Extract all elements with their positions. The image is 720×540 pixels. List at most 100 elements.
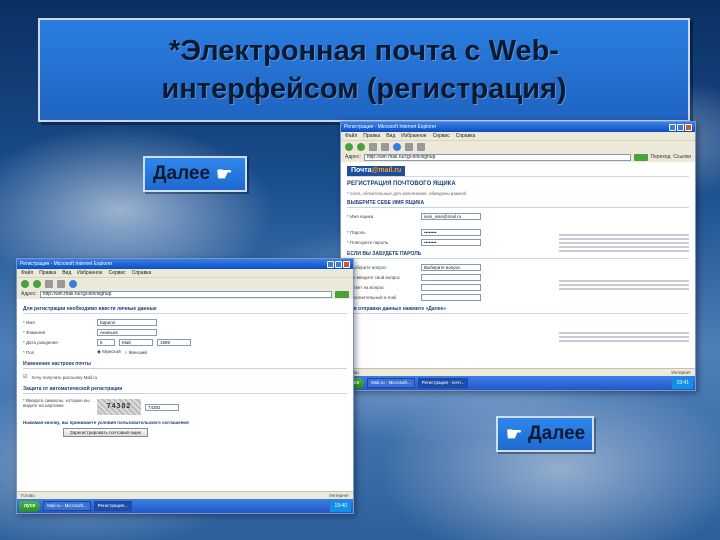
home-icon[interactable] — [393, 142, 401, 151]
next-label-text: Далее — [528, 423, 586, 444]
gender-female-radio[interactable]: ○ Женский — [125, 350, 147, 355]
menu-favorites[interactable]: Избранное — [401, 133, 426, 139]
register-button[interactable]: Зарегистрировать почтовый ящик — [63, 428, 148, 437]
menu-favorites[interactable]: Избранное — [77, 270, 102, 276]
birthdate-day-select[interactable]: 5 — [97, 338, 115, 346]
page-heading: РЕГИСТРАЦИЯ ПОЧТОВОГО ЯЩИКА — [347, 181, 456, 187]
section-mailbox: ВЫБЕРИТЕ СЕБЕ ИМЯ ЯЩИКА — [347, 200, 689, 208]
status-bar: Готово Интернет — [17, 491, 353, 499]
gender-label: * Пол — [23, 349, 35, 355]
address-input[interactable]: http://win.mail.ru/cgi-bin/signup — [39, 290, 332, 298]
captcha-image: 74382 — [97, 399, 141, 415]
taskbar-item-1[interactable]: Mail.ru - Microsoft... — [367, 378, 415, 388]
status-zone: Интернет — [671, 370, 691, 375]
logo-main: Почта — [351, 166, 372, 174]
form-row-lastname: * Фамилия Ананьев — [23, 327, 347, 337]
password-label: * Пароль — [347, 229, 366, 235]
required-note: * поля, обязательные для заполнения, обв… — [347, 191, 467, 196]
mailbox-name-input[interactable]: ivan_ivan@mail.ru — [421, 212, 481, 220]
own-question-label: Или введите свой вопрос — [347, 274, 401, 280]
menu-help[interactable]: Справка — [456, 133, 476, 139]
close-icon[interactable] — [685, 123, 692, 131]
taskbar-item-2[interactable]: Регистрация - почт... — [417, 378, 469, 388]
extra-email-label: Дополнительный e-mail — [347, 294, 397, 300]
menu-help[interactable]: Справка — [132, 270, 152, 276]
minimize-icon[interactable] — [327, 260, 334, 268]
address-label: Адрес: — [21, 291, 37, 297]
help-text-block-2 — [559, 280, 689, 292]
birthdate-month-select[interactable]: Май — [119, 338, 153, 346]
browser-window-registration-step2: Регистрация - Microsoft Internet Explore… — [340, 121, 696, 391]
birthdate-year-select[interactable]: 1989 — [157, 338, 191, 346]
next-label-top[interactable]: Далее ☛ — [143, 156, 247, 192]
question-select[interactable]: Выберите вопрос — [421, 263, 481, 271]
forward-icon[interactable] — [33, 279, 41, 288]
password-repeat-label: * Повторите пароль — [347, 239, 389, 245]
form-row-mailbox: * Имя ящика ivan_ivan@mail.ru — [347, 211, 689, 221]
maximize-icon[interactable] — [335, 260, 342, 268]
close-icon[interactable] — [343, 260, 350, 268]
answer-label: * Ответ на вопрос — [347, 284, 385, 290]
stop-icon[interactable] — [369, 142, 377, 151]
menu-file[interactable]: Файл — [345, 133, 357, 139]
window-titlebar[interactable]: Регистрация - Microsoft Internet Explore… — [17, 259, 353, 269]
own-question-input[interactable] — [421, 273, 481, 281]
home-icon[interactable] — [69, 279, 77, 288]
stop-icon[interactable] — [45, 279, 53, 288]
gender-male-label: Мужской — [102, 349, 121, 354]
address-label: Адрес: — [345, 154, 361, 160]
maximize-icon[interactable] — [677, 123, 684, 131]
form-row-firstname: * Имя Кирилл — [23, 317, 347, 327]
next-label-bottom[interactable]: ☛ Далее — [496, 416, 594, 452]
forward-icon[interactable] — [357, 142, 365, 151]
start-button[interactable]: пуск — [19, 500, 41, 512]
minimize-icon[interactable] — [669, 123, 676, 131]
pointing-hand-icon: ☛ — [216, 163, 233, 184]
next-label-text: Далее — [153, 163, 211, 184]
menu-edit[interactable]: Правка — [363, 133, 380, 139]
form-row-extra-email: Дополнительный e-mail — [347, 292, 689, 302]
answer-input[interactable] — [421, 283, 481, 291]
go-button[interactable] — [335, 290, 349, 298]
address-input[interactable]: http://win.mail.ru/cgi-bin/signup — [363, 153, 631, 161]
toolbar — [341, 140, 695, 152]
captcha-input[interactable]: 74382 — [145, 403, 179, 411]
refresh-icon[interactable] — [57, 279, 65, 288]
menu-file[interactable]: Файл — [21, 270, 33, 276]
password-input[interactable]: •••••••• — [421, 228, 481, 236]
favorites-icon[interactable] — [417, 142, 425, 151]
menu-view[interactable]: Вид — [62, 270, 71, 276]
refresh-icon[interactable] — [381, 142, 389, 151]
form-row-checkbox: ☑ Хочу получать рассылку Mail.ru — [23, 372, 347, 382]
newsletter-checkbox[interactable]: ☑ — [23, 374, 27, 380]
section-captcha: Защита от автоматической регистрации — [23, 386, 347, 394]
firstname-input[interactable]: Кирилл — [97, 318, 157, 326]
taskbar-item-2[interactable]: Регистрация... — [93, 501, 132, 511]
form-row-question: * Выберите вопрос Выберите вопрос — [347, 262, 689, 272]
search-icon[interactable] — [405, 142, 413, 151]
lastname-input[interactable]: Ананьев — [97, 328, 157, 336]
back-icon[interactable] — [21, 279, 29, 288]
menu-view[interactable]: Вид — [386, 133, 395, 139]
window-titlebar[interactable]: Регистрация - Microsoft Internet Explore… — [341, 122, 695, 132]
mailbox-name-label: * Имя ящика — [347, 213, 374, 219]
go-button[interactable] — [633, 153, 648, 161]
menu-edit[interactable]: Правка — [39, 270, 56, 276]
pointing-hand-icon: ☛ — [506, 423, 523, 444]
section-other: Изменение настроек почты — [23, 361, 347, 369]
menu-tools[interactable]: Сервис — [109, 270, 126, 276]
extra-email-input[interactable] — [421, 293, 481, 301]
logo-suffix: @mail.ru — [371, 166, 402, 174]
firstname-label: * Имя — [23, 319, 35, 325]
menu-tools[interactable]: Сервис — [433, 133, 450, 139]
registration-page: Почта@mail.ru РЕГИСТРАЦИЯ ПОЧТОВОГО ЯЩИК… — [341, 162, 695, 342]
help-text-block-1 — [559, 234, 689, 254]
gender-male-radio[interactable]: ◉ Мужской — [97, 349, 121, 355]
help-text-block-3 — [559, 332, 689, 344]
back-icon[interactable] — [345, 142, 353, 151]
section-submit: Для отправки данных нажмите «Далее» — [347, 306, 689, 314]
newsletter-label: Хочу получать рассылку Mail.ru — [31, 374, 98, 380]
taskbar-item-1[interactable]: Mail.ru - Microsoft... — [43, 501, 91, 511]
links-label[interactable]: Ссылки — [673, 154, 691, 160]
password-repeat-input[interactable]: •••••••• — [421, 238, 481, 246]
